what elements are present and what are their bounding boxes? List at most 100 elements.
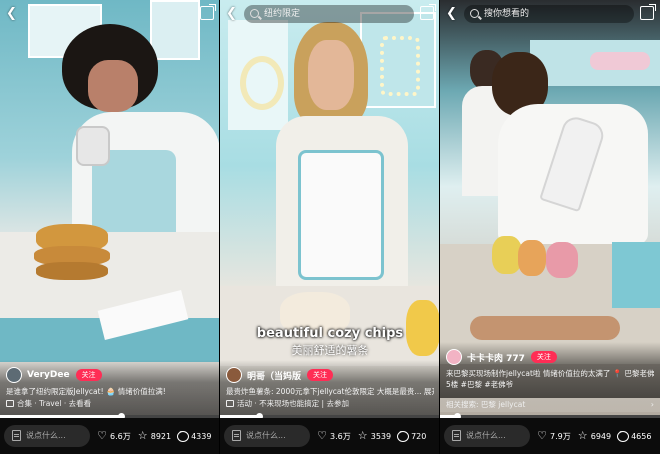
back-arrow-icon[interactable]: ❮ [6,6,20,22]
macaron-orange [518,240,546,276]
star-icon: ☆ [577,429,588,442]
back-arrow-icon[interactable]: ❮ [226,6,240,22]
comment-count: 720 [411,431,427,441]
favorite-button[interactable]: ☆ 6949 [577,430,611,442]
subtitle-chinese: 美丽舒适的薯条 [291,344,369,357]
avatar[interactable] [6,367,22,383]
favorite-button[interactable]: ☆ 3539 [357,430,391,442]
comment-input[interactable]: 说点什么... [4,425,90,447]
avatar[interactable] [226,367,242,383]
collection-icon [6,400,14,407]
like-button[interactable]: ♡ 6.6万 [96,430,131,442]
author-row: 明哥（当妈版 关注 [226,366,434,384]
video-panel-1[interactable]: ❮ VeryDee 关注 是谁拿了纽约限定版Jellycat! 🧁 情绪价值拉满… [0,0,220,454]
pencil-icon [12,430,21,441]
star-icon: ☆ [137,429,148,442]
post-info: 卡卡卡肉 777 关注 来巴黎买现场制作jellycat啦 情绪价值拉的太满了 … [440,342,660,398]
apron [298,150,384,280]
comment-button[interactable]: 4339 [177,428,212,442]
top-bar: ❮ 搜你想看的 [440,4,660,24]
action-bar: 说点什么... ♡ 6.6万 ☆ 8921 4339 [0,418,219,454]
video-panel-2[interactable]: ❮ 纽约限定 beautiful cozy chips 美丽舒适的薯条 明哥（当… [220,0,440,454]
post-description[interactable]: 来巴黎买现场制作jellycat啦 情绪价值拉的太满了 📍 巴黎老佛爷 [446,368,654,379]
follow-button[interactable]: 关注 [307,369,334,381]
share-icon[interactable] [420,4,436,20]
post-info: VeryDee 关注 是谁拿了纽约限定版Jellycat! 🧁 情绪价值拉满! … [0,360,219,416]
share-icon[interactable] [200,4,216,20]
back-arrow-icon[interactable]: ❮ [446,6,460,22]
person-face [308,40,354,110]
author-row: VeryDee 关注 [6,366,214,384]
share-icon[interactable] [640,4,656,20]
pencil-icon [232,430,241,441]
subtitle-english: beautiful cozy chips [256,326,404,341]
search-icon [250,9,259,18]
favorite-count: 3539 [370,431,392,441]
chevron-right-icon: › [650,400,654,409]
heart-icon: ♡ [97,429,107,442]
collection-label: 合集 · Travel · 去看看 [17,399,92,408]
comment-count: 4339 [191,431,212,441]
ampersand-sign [240,56,284,110]
top-bar: ❮ 纽约限定 [220,4,439,24]
shelf-items [590,52,650,70]
comment-count: 4656 [631,431,652,441]
comment-placeholder: 说点什么... [246,431,286,440]
action-bar: 说点什么... ♡ 7.9万 ☆ 6949 4656 [440,418,660,454]
search-input[interactable]: 纽约限定 [244,5,414,23]
macaron-pink [546,242,578,278]
pencil-icon [452,430,461,441]
like-count: 7.9万 [550,431,571,441]
post-hashtags[interactable]: 5楼 #巴黎 #老佛爷 [446,379,654,390]
follow-button[interactable]: 关注 [75,369,102,381]
comment-button[interactable]: 4656 [617,428,652,442]
post-description[interactable]: 最贵炸鱼薯条: 2000元拿下jellycat伦敦限定 大概是最贵... 展开 [226,386,434,397]
event-icon [226,400,234,407]
like-button[interactable]: ♡ 3.6万 [316,430,351,442]
author-name[interactable]: 明哥（当妈版 [247,369,301,382]
post-info: 明哥（当妈版 关注 最贵炸鱼薯条: 2000元拿下jellycat伦敦限定 大概… [220,360,439,416]
comment-input[interactable]: 说点什么... [444,425,530,447]
related-search-label: 相关搜索: 巴黎 jellycat [446,400,526,409]
heart-icon: ♡ [317,429,327,442]
video-panel-3[interactable]: ❮ 搜你想看的 卡卡卡肉 777 关注 来巴黎买现场制作jellycat啦 情绪… [440,0,660,454]
like-count: 3.6万 [330,431,351,441]
author-name[interactable]: VeryDee [27,370,70,380]
action-bar: 说点什么... ♡ 3.6万 ☆ 3539 720 [220,418,439,454]
author-name[interactable]: 卡卡卡肉 777 [467,351,525,364]
waffle-plush-base [36,262,108,280]
star-icon: ☆ [357,429,368,442]
author-row: 卡卡卡肉 777 关注 [446,348,654,366]
avatar[interactable] [446,349,462,365]
like-count: 6.6万 [110,431,131,441]
favorite-count: 8921 [150,431,172,441]
top-bar: ❮ [0,4,219,24]
heart-icon: ♡ [537,429,547,442]
hanging-light [380,36,420,96]
post-description[interactable]: 是谁拿了纽约限定版Jellycat! 🧁 情绪价值拉满! [6,386,214,397]
shaker [76,126,110,166]
search-placeholder: 搜你想看的 [484,9,530,19]
gift-box [612,242,660,308]
search-text: 纽约限定 [264,9,301,19]
comment-input[interactable]: 说点什么... [224,425,310,447]
chat-bubble-icon [177,428,190,442]
search-icon [470,9,479,18]
follow-button[interactable]: 关注 [530,351,557,363]
collection-link[interactable]: 合集 · Travel · 去看看 [6,398,214,409]
person-face [88,60,138,112]
comment-placeholder: 说点什么... [26,431,66,440]
favorite-count: 6949 [590,431,612,441]
event-label: 活动 · 不来现场也能搞定 | 去参加 [237,399,349,408]
event-link[interactable]: 活动 · 不来现场也能搞定 | 去参加 [226,398,434,409]
related-search-bar[interactable]: 相关搜索: 巴黎 jellycat › [440,398,660,412]
subtitle-overlay: beautiful cozy chips 美丽舒适的薯条 [220,326,439,358]
comment-button[interactable]: 720 [397,428,427,442]
favorite-button[interactable]: ☆ 8921 [137,430,171,442]
video-frame-1[interactable] [0,0,219,415]
like-button[interactable]: ♡ 7.9万 [536,430,571,442]
search-input[interactable]: 搜你想看的 [464,5,634,23]
comment-placeholder: 说点什么... [466,431,506,440]
chat-bubble-icon [397,428,410,442]
video-feed-grid: ❮ VeryDee 关注 是谁拿了纽约限定版Jellycat! 🧁 情绪价值拉满… [0,0,660,454]
